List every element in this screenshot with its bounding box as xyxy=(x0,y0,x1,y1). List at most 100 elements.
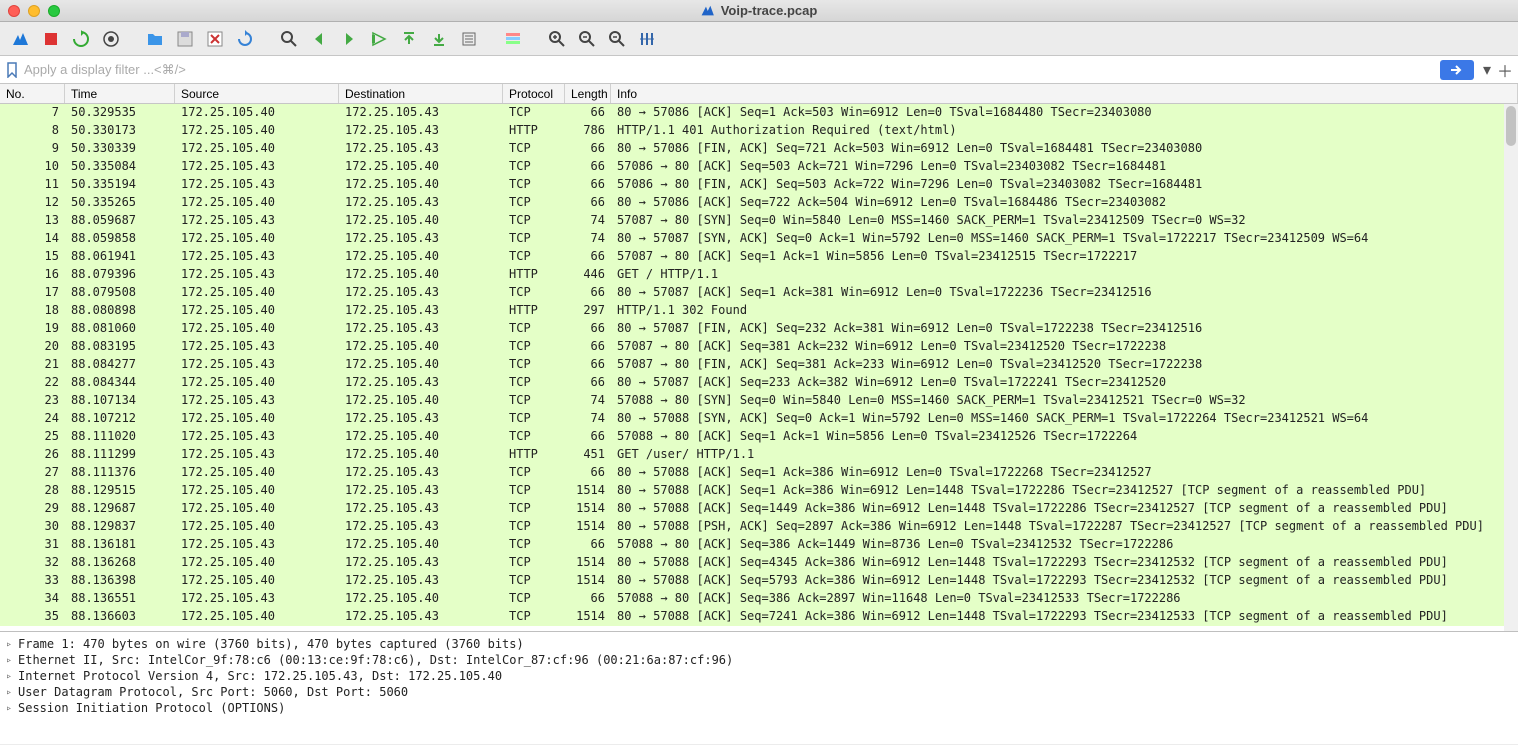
expand-caret-icon[interactable]: ▹ xyxy=(6,639,18,650)
zoom-in-button[interactable] xyxy=(544,26,570,52)
expand-caret-icon[interactable]: ▹ xyxy=(6,671,18,682)
go-first-button[interactable] xyxy=(396,26,422,52)
packet-row[interactable]: 3488.136551172.25.105.43172.25.105.40TCP… xyxy=(0,590,1518,608)
open-file-button[interactable] xyxy=(142,26,168,52)
packet-row[interactable]: 2388.107134172.25.105.43172.25.105.40TCP… xyxy=(0,392,1518,410)
go-last-button[interactable] xyxy=(426,26,452,52)
packet-row[interactable]: 2888.129515172.25.105.40172.25.105.43TCP… xyxy=(0,482,1518,500)
go-to-packet-button[interactable] xyxy=(366,26,392,52)
cell-info: 80 → 57088 [ACK] Seq=1449 Ack=386 Win=69… xyxy=(611,500,1518,518)
detail-row[interactable]: ▹Frame 1: 470 bytes on wire (3760 bits),… xyxy=(2,636,1516,652)
cell-protocol: TCP xyxy=(503,230,565,248)
column-header-destination[interactable]: Destination xyxy=(339,84,503,103)
cell-protocol: TCP xyxy=(503,518,565,536)
packet-row[interactable]: 750.329535172.25.105.40172.25.105.43TCP6… xyxy=(0,104,1518,122)
cell-length: 786 xyxy=(565,122,611,140)
column-header-time[interactable]: Time xyxy=(65,84,175,103)
packet-row[interactable]: 3588.136603172.25.105.40172.25.105.43TCP… xyxy=(0,608,1518,626)
packet-list[interactable]: 750.329535172.25.105.40172.25.105.43TCP6… xyxy=(0,104,1518,631)
cell-info: 80 → 57087 [SYN, ACK] Seq=0 Ack=1 Win=57… xyxy=(611,230,1518,248)
packet-row[interactable]: 1688.079396172.25.105.43172.25.105.40HTT… xyxy=(0,266,1518,284)
packet-row[interactable]: 3388.136398172.25.105.40172.25.105.43TCP… xyxy=(0,572,1518,590)
column-header-info[interactable]: Info xyxy=(611,84,1518,103)
save-file-button[interactable] xyxy=(172,26,198,52)
go-forward-button[interactable] xyxy=(336,26,362,52)
packet-row[interactable]: 2688.111299172.25.105.43172.25.105.40HTT… xyxy=(0,446,1518,464)
expand-caret-icon[interactable]: ▹ xyxy=(6,703,18,714)
cell-destination: 172.25.105.43 xyxy=(339,230,503,248)
cell-info: 80 → 57087 [FIN, ACK] Seq=232 Ack=381 Wi… xyxy=(611,320,1518,338)
packet-row[interactable]: 1888.080898172.25.105.40172.25.105.43HTT… xyxy=(0,302,1518,320)
find-packet-button[interactable] xyxy=(276,26,302,52)
packet-row[interactable]: 850.330173172.25.105.40172.25.105.43HTTP… xyxy=(0,122,1518,140)
cell-protocol: HTTP xyxy=(503,266,565,284)
packet-row[interactable]: 2788.111376172.25.105.40172.25.105.43TCP… xyxy=(0,464,1518,482)
column-header-protocol[interactable]: Protocol xyxy=(503,84,565,103)
packet-row[interactable]: 950.330339172.25.105.40172.25.105.43TCP6… xyxy=(0,140,1518,158)
add-filter-button[interactable]: ＋ xyxy=(1496,60,1514,80)
packet-row[interactable]: 2188.084277172.25.105.43172.25.105.40TCP… xyxy=(0,356,1518,374)
detail-row[interactable]: ▹Ethernet II, Src: IntelCor_9f:78:c6 (00… xyxy=(2,652,1516,668)
capture-options-button[interactable] xyxy=(98,26,124,52)
packet-row[interactable]: 1488.059858172.25.105.40172.25.105.43TCP… xyxy=(0,230,1518,248)
apply-filter-button[interactable] xyxy=(1440,60,1474,80)
display-filter-input[interactable] xyxy=(20,60,1440,79)
cell-no: 20 xyxy=(0,338,65,356)
cell-source: 172.25.105.43 xyxy=(175,266,339,284)
window-maximize-button[interactable] xyxy=(48,5,60,17)
auto-scroll-button[interactable] xyxy=(456,26,482,52)
packet-row[interactable]: 1050.335084172.25.105.43172.25.105.40TCP… xyxy=(0,158,1518,176)
packet-row[interactable]: 2288.084344172.25.105.40172.25.105.43TCP… xyxy=(0,374,1518,392)
packet-row[interactable]: 3088.129837172.25.105.40172.25.105.43TCP… xyxy=(0,518,1518,536)
detail-row[interactable]: ▹Session Initiation Protocol (OPTIONS) xyxy=(2,700,1516,716)
cell-no: 10 xyxy=(0,158,65,176)
reload-file-button[interactable] xyxy=(232,26,258,52)
detail-row[interactable]: ▹Internet Protocol Version 4, Src: 172.2… xyxy=(2,668,1516,684)
start-capture-button[interactable] xyxy=(8,26,34,52)
cell-destination: 172.25.105.43 xyxy=(339,518,503,536)
window-minimize-button[interactable] xyxy=(28,5,40,17)
expand-caret-icon[interactable]: ▹ xyxy=(6,655,18,666)
packet-row[interactable]: 2988.129687172.25.105.40172.25.105.43TCP… xyxy=(0,500,1518,518)
packet-row[interactable]: 3188.136181172.25.105.43172.25.105.40TCP… xyxy=(0,536,1518,554)
filter-history-dropdown[interactable]: ▾ xyxy=(1478,60,1496,80)
expand-caret-icon[interactable]: ▹ xyxy=(6,687,18,698)
packet-row[interactable]: 3288.136268172.25.105.40172.25.105.43TCP… xyxy=(0,554,1518,572)
main-toolbar xyxy=(0,22,1518,56)
cell-protocol: TCP xyxy=(503,500,565,518)
column-header-no[interactable]: No. xyxy=(0,84,65,103)
packet-row[interactable]: 2588.111020172.25.105.43172.25.105.40TCP… xyxy=(0,428,1518,446)
resize-columns-button[interactable] xyxy=(634,26,660,52)
bookmark-icon[interactable] xyxy=(4,62,20,78)
packet-row[interactable]: 2088.083195172.25.105.43172.25.105.40TCP… xyxy=(0,338,1518,356)
detail-row[interactable]: ▹User Datagram Protocol, Src Port: 5060,… xyxy=(2,684,1516,700)
packet-row[interactable]: 1588.061941172.25.105.43172.25.105.40TCP… xyxy=(0,248,1518,266)
packet-row[interactable]: 1250.335265172.25.105.40172.25.105.43TCP… xyxy=(0,194,1518,212)
cell-length: 74 xyxy=(565,230,611,248)
packet-row[interactable]: 2488.107212172.25.105.40172.25.105.43TCP… xyxy=(0,410,1518,428)
cell-length: 66 xyxy=(565,248,611,266)
cell-destination: 172.25.105.40 xyxy=(339,428,503,446)
packet-row[interactable]: 1150.335194172.25.105.43172.25.105.40TCP… xyxy=(0,176,1518,194)
close-file-button[interactable] xyxy=(202,26,228,52)
window-close-button[interactable] xyxy=(8,5,20,17)
stop-capture-button[interactable] xyxy=(38,26,64,52)
cell-no: 34 xyxy=(0,590,65,608)
scrollbar-thumb[interactable] xyxy=(1506,106,1516,146)
cell-source: 172.25.105.43 xyxy=(175,428,339,446)
packet-row[interactable]: 1788.079508172.25.105.40172.25.105.43TCP… xyxy=(0,284,1518,302)
scrollbar[interactable] xyxy=(1504,104,1518,631)
cell-time: 88.136268 xyxy=(65,554,175,572)
column-header-length[interactable]: Length xyxy=(565,84,611,103)
zoom-reset-button[interactable] xyxy=(574,26,600,52)
zoom-out-button[interactable] xyxy=(604,26,630,52)
packet-row[interactable]: 1388.059687172.25.105.43172.25.105.40TCP… xyxy=(0,212,1518,230)
column-header-source[interactable]: Source xyxy=(175,84,339,103)
packet-details-pane[interactable]: ▹Frame 1: 470 bytes on wire (3760 bits),… xyxy=(0,631,1518,744)
go-back-button[interactable] xyxy=(306,26,332,52)
restart-capture-button[interactable] xyxy=(68,26,94,52)
traffic-lights xyxy=(0,5,60,17)
cell-no: 27 xyxy=(0,464,65,482)
packet-row[interactable]: 1988.081060172.25.105.40172.25.105.43TCP… xyxy=(0,320,1518,338)
colorize-button[interactable] xyxy=(500,26,526,52)
